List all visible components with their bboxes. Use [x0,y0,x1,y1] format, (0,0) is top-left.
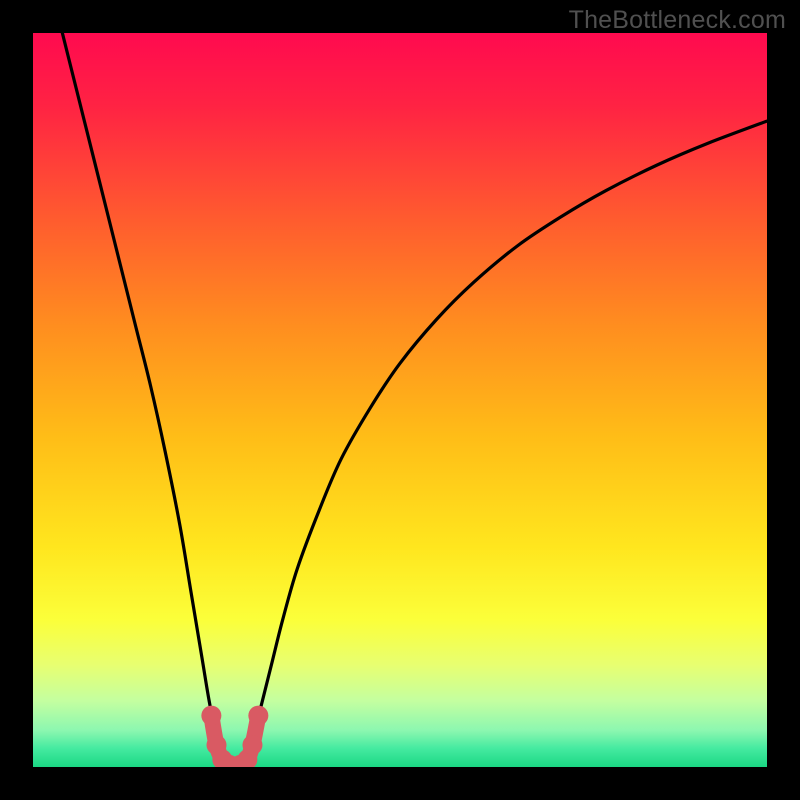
watermark-text: TheBottleneck.com [569,6,786,35]
valley-highlight-dot [248,706,268,726]
chart-svg [33,33,767,767]
valley-highlight-dot [242,735,262,755]
plot-area [33,33,767,767]
gradient-background [33,33,767,767]
valley-highlight-dot [201,706,221,726]
chart-frame: TheBottleneck.com [0,0,800,800]
